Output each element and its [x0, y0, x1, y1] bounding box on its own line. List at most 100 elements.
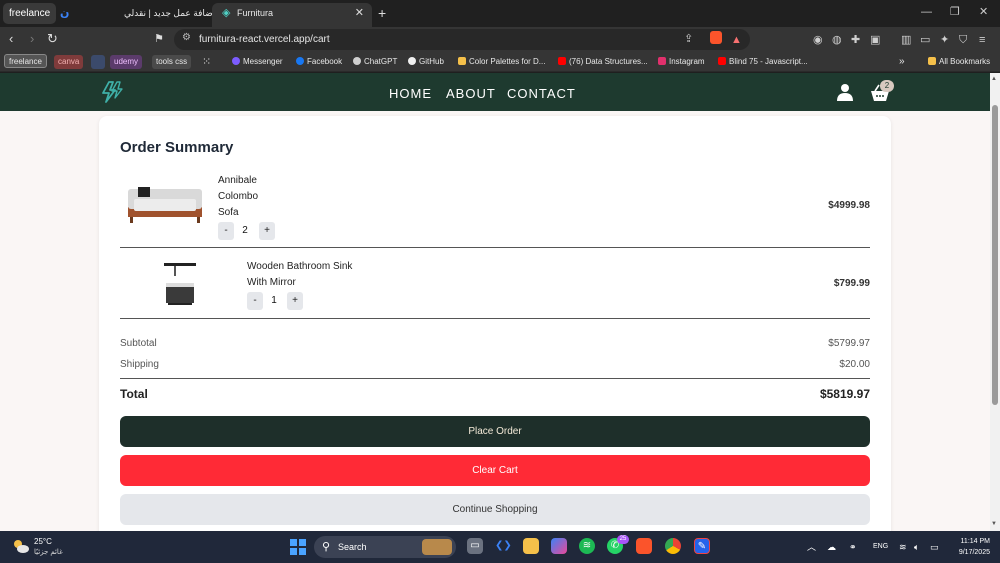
- bookmark-chatgpt[interactable]: ChatGPT: [353, 55, 397, 69]
- file-explorer-icon[interactable]: [523, 538, 539, 554]
- nav-about-link[interactable]: ABOUT: [446, 86, 496, 102]
- bookmark-icon[interactable]: ⚑: [154, 31, 164, 47]
- menu-icon[interactable]: ≡: [979, 33, 985, 47]
- weather-description[interactable]: غائم جزئيًا: [34, 548, 63, 556]
- cart-count-badge: 2: [880, 80, 894, 92]
- place-order-button[interactable]: Place Order: [120, 416, 870, 447]
- site-info-icon[interactable]: ⚙: [182, 32, 191, 43]
- show-hidden-icons-icon[interactable]: ︿: [807, 541, 816, 553]
- minimize-icon[interactable]: —: [921, 4, 932, 20]
- cloud-icon[interactable]: ☁: [827, 541, 836, 553]
- total-row: Total $5819.97: [120, 387, 870, 401]
- bookmark-label: Blind 75 - Javascript...: [729, 57, 808, 66]
- bookmark-messenger[interactable]: Messenger: [232, 55, 283, 69]
- battery-icon[interactable]: ▭: [930, 541, 939, 553]
- weather-temperature[interactable]: 25°C: [34, 537, 52, 546]
- spotify-icon[interactable]: ≋: [579, 538, 595, 554]
- shipping-row: Shipping $20.00: [120, 359, 870, 370]
- github-icon: [408, 57, 416, 65]
- new-tab-icon[interactable]: +: [378, 4, 386, 22]
- decrease-quantity-button[interactable]: -: [247, 292, 263, 310]
- scroll-up-icon[interactable]: ▲: [991, 76, 997, 82]
- furnitura-favicon-icon: ◈: [222, 7, 231, 19]
- share-icon[interactable]: ⇪: [684, 32, 693, 45]
- continue-shopping-button[interactable]: Continue Shopping: [120, 494, 870, 525]
- brave-browser-icon[interactable]: [636, 538, 652, 554]
- volume-icon[interactable]: 🔈︎: [914, 541, 919, 553]
- bookmark-folder-freelance[interactable]: freelance: [4, 54, 47, 68]
- apps-grid-icon[interactable]: ⁙: [202, 55, 211, 69]
- sidebar-icon[interactable]: ▥: [901, 33, 911, 47]
- restore-icon[interactable]: ❐: [950, 4, 960, 20]
- bookmark-color-palettes[interactable]: Color Palettes for D...: [458, 55, 545, 69]
- close-tab-icon[interactable]: ✕: [355, 3, 364, 23]
- bookmark-label: Facebook: [307, 57, 343, 66]
- back-icon[interactable]: ‹: [9, 31, 13, 47]
- bookmark-github[interactable]: GitHub: [408, 55, 444, 69]
- tab-naqdli[interactable]: ن إضافة عمل جديد | نقدلي: [52, 3, 215, 27]
- site-navbar: HOME ABOUT CONTACT 2: [0, 73, 990, 111]
- vscode-icon[interactable]: ❮❯: [495, 538, 512, 554]
- furnitura-logo-icon[interactable]: [100, 81, 124, 103]
- forward-icon[interactable]: ›: [30, 31, 34, 47]
- clear-cart-button[interactable]: Clear Cart: [120, 455, 870, 486]
- vpn-shield-icon[interactable]: ⛉: [959, 33, 967, 47]
- youtube-icon: [718, 57, 726, 65]
- order-summary-title: Order Summary: [120, 139, 234, 156]
- divider: [120, 378, 870, 379]
- bookmark-folder-tools-css[interactable]: tools css: [152, 55, 192, 69]
- screenshot-extension-icon[interactable]: ▣: [870, 33, 880, 47]
- bookmark-folder-udemy[interactable]: udemy: [110, 55, 143, 69]
- tab-group-freelance[interactable]: freelance: [3, 3, 57, 24]
- subtotal-label: Subtotal: [120, 338, 157, 349]
- windows-start-icon[interactable]: [290, 539, 306, 555]
- language-indicator[interactable]: ENG: [873, 543, 888, 550]
- brave-shields-icon[interactable]: [710, 31, 722, 44]
- nav-home-link[interactable]: HOME: [389, 86, 432, 102]
- increase-quantity-button[interactable]: +: [259, 222, 275, 240]
- page-scrollbar[interactable]: ▲ ▼: [990, 73, 1000, 531]
- bookmark-folder-canva[interactable]: canva: [54, 55, 84, 69]
- nav-contact-link[interactable]: CONTACT: [507, 86, 576, 102]
- globe-extension-icon[interactable]: ◍: [832, 33, 842, 47]
- cart-item: Annibale Colombo Sofa - 2 + $4999.98: [120, 169, 870, 248]
- bookmark-folder-blue[interactable]: [91, 55, 105, 69]
- partly-cloudy-icon[interactable]: [12, 538, 30, 554]
- wallet-icon[interactable]: ▭: [920, 33, 930, 47]
- camera-extension-icon[interactable]: ◉: [813, 33, 823, 47]
- bookmark-facebook[interactable]: Facebook: [296, 55, 342, 69]
- tab-furnitura[interactable]: ◈ Furnitura ✕: [212, 3, 372, 27]
- more-bookmarks-icon[interactable]: »: [899, 55, 905, 69]
- system-clock[interactable]: 11:14 PM 9/17/2025: [950, 536, 990, 558]
- taskbar-search[interactable]: ⚲ Search: [314, 536, 456, 558]
- url-text[interactable]: furnitura-react.vercel.app/cart: [199, 29, 330, 50]
- leo-ai-icon[interactable]: ✦: [940, 33, 949, 47]
- bookmark-label: Messenger: [243, 57, 283, 66]
- close-window-icon[interactable]: ✕: [979, 4, 988, 20]
- decrease-quantity-button[interactable]: -: [218, 222, 234, 240]
- puzzle-extension-icon[interactable]: ✚: [851, 33, 860, 47]
- task-view-icon[interactable]: ▭: [467, 538, 483, 554]
- all-bookmarks[interactable]: All Bookmarks: [928, 55, 990, 69]
- copilot-icon[interactable]: [551, 538, 567, 554]
- order-summary-card: Order Summary Annibale Colombo Sofa - 2 …: [99, 116, 891, 531]
- total-value: $5819.97: [819, 387, 870, 401]
- scroll-thumb[interactable]: [992, 105, 998, 405]
- bookmark-data-structures[interactable]: (76) Data Structures...: [558, 55, 648, 69]
- product-name: Wooden Bathroom Sink With Mirror: [247, 261, 353, 288]
- usb-icon[interactable]: ⚭: [849, 541, 857, 553]
- increase-quantity-button[interactable]: +: [287, 292, 303, 310]
- quantity-value: 2: [242, 225, 248, 236]
- bookmark-blind75[interactable]: Blind 75 - Javascript...: [718, 55, 808, 69]
- scroll-down-icon[interactable]: ▼: [991, 521, 997, 527]
- bookmark-instagram[interactable]: Instagram: [658, 55, 705, 69]
- brave-rewards-icon[interactable]: ▲: [731, 33, 742, 47]
- chrome-icon[interactable]: [665, 538, 681, 554]
- whatsapp-unread-badge: 25: [617, 535, 629, 544]
- wifi-icon[interactable]: ≋: [899, 541, 907, 553]
- address-bar[interactable]: ⚙ furnitura-react.vercel.app/cart ⇪: [174, 29, 750, 50]
- naqdli-icon: ن: [60, 7, 70, 19]
- user-icon[interactable]: [836, 83, 854, 101]
- snipping-tool-icon[interactable]: ✎: [694, 538, 710, 554]
- reload-icon[interactable]: ↻: [47, 31, 58, 47]
